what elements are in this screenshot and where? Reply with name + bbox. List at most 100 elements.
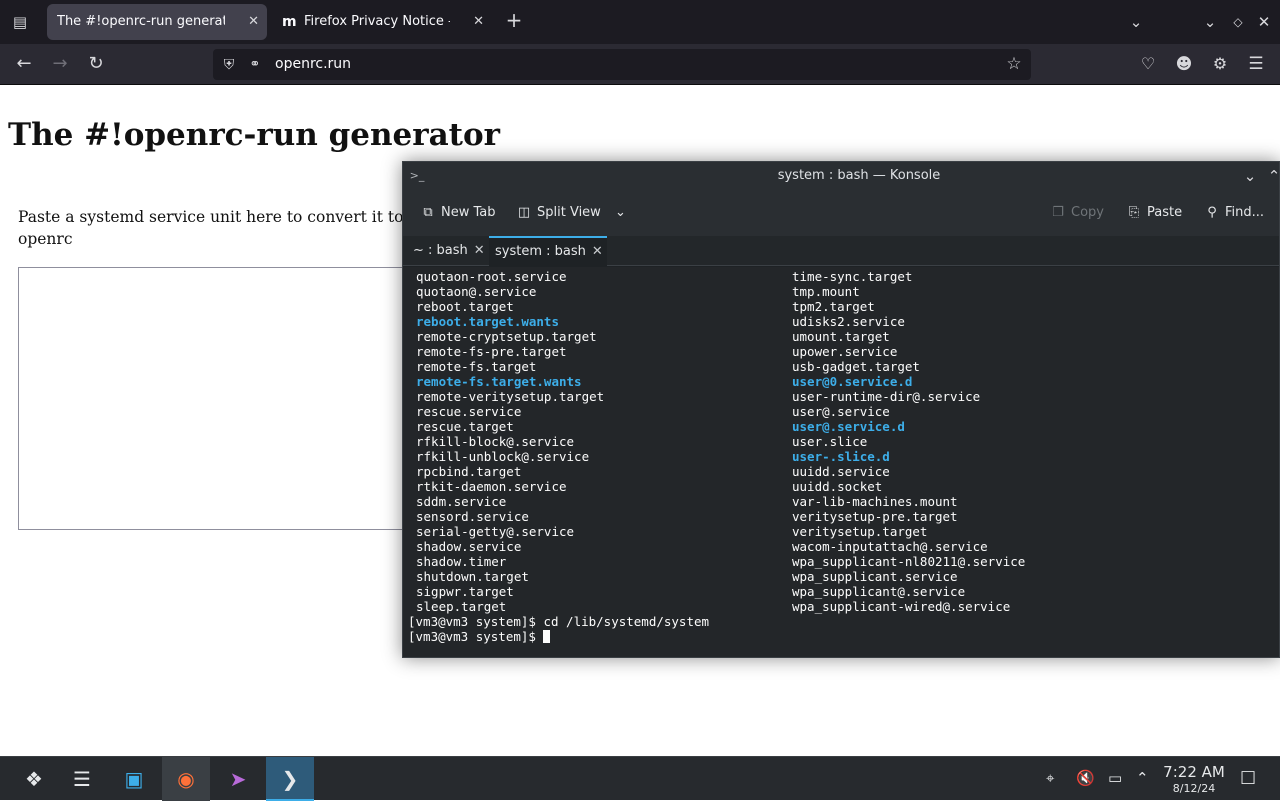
directory-entry: user-.slice.d: [792, 449, 890, 464]
file-entry: rtkit-daemon.service: [416, 479, 567, 494]
close-icon[interactable]: ✕: [474, 243, 485, 258]
instruction-text: Paste a systemd service unit here to con…: [18, 208, 404, 248]
url-bar[interactable]: ⛨ ⚭ openrc.run ☆: [213, 49, 1031, 80]
file-entry: quotaon-root.service: [416, 269, 567, 284]
directory-entry: reboot.target.wants: [416, 314, 559, 329]
shield-icon[interactable]: ⛨: [221, 55, 237, 75]
tab-close-icon[interactable]: ✕: [248, 4, 259, 40]
file-entry: usb-gadget.target: [792, 359, 920, 374]
window-minimize-icon[interactable]: ⌄: [1200, 12, 1220, 32]
reload-icon[interactable]: ↻: [86, 54, 106, 74]
file-entry: user.slice: [792, 434, 868, 449]
system-settings-icon[interactable]: ☰: [58, 757, 106, 801]
terminal-listing-row: remote-veritysetup.target user-runtime-di…: [403, 389, 1279, 404]
terminal-listing-row: shadow.timer wpa_supplicant-nl80211@.serv…: [403, 554, 1279, 569]
discover-store-icon[interactable]: ▣: [110, 757, 158, 801]
file-entry: upower.service: [792, 344, 898, 359]
file-entry: user-runtime-dir@.service: [792, 389, 981, 404]
file-entry: wpa_supplicant-nl80211@.service: [792, 554, 1026, 569]
file-entry: shadow.service: [416, 539, 522, 554]
file-entry: tmp.mount: [792, 284, 860, 299]
taskbar: ❖ ☰ ▣ ◉ ➤ ❯ ⌖ 🔇 ▭ ⌃ 7:22 AM 8/12/24 □: [0, 756, 1280, 801]
tab-close-icon[interactable]: ✕: [473, 4, 484, 40]
terminal-listing-row: sleep.target wpa_supplicant-wired@.servic…: [403, 599, 1279, 614]
file-entry: remote-fs-pre.target: [416, 344, 567, 359]
file-entry: rescue.target: [416, 419, 514, 434]
konsole-tab-home-bash[interactable]: ~ : bash ✕: [407, 236, 491, 266]
tab-title: The #!openrc-run generator: [57, 14, 225, 29]
display-icon[interactable]: ▭: [1108, 769, 1122, 787]
file-entry: serial-getty@.service: [416, 524, 575, 539]
terminal-listing-row: shadow.service wacom-inputattach@.service: [403, 539, 1279, 554]
file-entry: var-lib-machines.mount: [792, 494, 958, 509]
file-entry: sddm.service: [416, 494, 507, 509]
file-entry: wpa_supplicant.service: [792, 569, 958, 584]
prompt-command: [vm3@vm3 system]$ cd /lib/systemd/system: [408, 614, 710, 629]
volume-muted-icon[interactable]: 🔇: [1076, 769, 1095, 787]
close-icon[interactable]: ✕: [592, 244, 603, 259]
url-text[interactable]: openrc.run: [275, 49, 351, 80]
file-entry: wacom-inputattach@.service: [792, 539, 988, 554]
firefox-icon[interactable]: ◉: [162, 757, 210, 801]
directory-entry: user@.service.d: [792, 419, 905, 434]
pocket-icon[interactable]: ♡: [1138, 54, 1158, 74]
list-all-tabs-icon[interactable]: ⌄: [1126, 12, 1146, 32]
copy-button[interactable]: ❐ Copy: [1049, 203, 1104, 223]
konsole-window: >_ system : bash — Konsole ⌄ ⌃ ⧉ New Tab …: [402, 161, 1280, 658]
show-desktop-icon[interactable]: □: [1240, 767, 1256, 787]
terminal-listing-row: sddm.service var-lib-machines.mount: [403, 494, 1279, 509]
terminal-listing-row: remote-fs-pre.target upower.service: [403, 344, 1279, 359]
launcher-icon[interactable]: ❖: [10, 757, 58, 801]
konsole-icon[interactable]: ❯: [266, 757, 314, 801]
browser-tab-openrc[interactable]: The #!openrc-run generator ✕: [47, 4, 267, 40]
terminal-listing-row: rtkit-daemon.service uuidd.socket: [403, 479, 1279, 494]
browser-tab-privacy-notice[interactable]: m Firefox Privacy Notice — M ✕: [272, 4, 492, 40]
terminal-listing-row: rescue.service user@.service: [403, 404, 1279, 419]
terminal-listing-row: serial-getty@.service veritysetup.target: [403, 524, 1279, 539]
konsole-tab-system-bash[interactable]: system : bash ✕: [489, 236, 607, 266]
file-entry: sleep.target: [416, 599, 507, 614]
tab-title: Firefox Privacy Notice — M: [304, 14, 450, 29]
clock-date[interactable]: 8/12/24: [1160, 782, 1228, 795]
account-icon[interactable]: ☻: [1174, 54, 1194, 74]
clock-time[interactable]: 7:22 AM: [1160, 763, 1228, 781]
forward-icon[interactable]: →: [50, 54, 70, 74]
tray-expand-icon[interactable]: ⌃: [1136, 769, 1149, 787]
prompt-command: [vm3@vm3 system]$: [408, 629, 544, 644]
directory-entry: user@0.service.d: [792, 374, 913, 389]
window-close-icon[interactable]: ✕: [1254, 12, 1274, 32]
bookmark-star-icon[interactable]: ☆: [1005, 54, 1023, 74]
window-minimize-icon[interactable]: ⌄: [1241, 166, 1259, 186]
konsole-titlebar[interactable]: >_ system : bash — Konsole ⌄ ⌃: [403, 162, 1279, 190]
new-tab-button[interactable]: +: [504, 10, 524, 30]
tab-label: system : bash: [495, 244, 586, 259]
file-entry: sensord.service: [416, 509, 529, 524]
menu-icon[interactable]: ☰: [1246, 54, 1266, 74]
search-icon: ⚲: [1207, 205, 1217, 220]
terminal-listing-row: reboot.target.wants udisks2.service: [403, 314, 1279, 329]
terminal-listing-row: reboot.target tpm2.target: [403, 299, 1279, 314]
terminal-output[interactable]: quotaon-root.service time-sync.target quot…: [403, 267, 1279, 657]
new-tab-button[interactable]: ⧉ New Tab: [419, 203, 496, 223]
tab-overview-icon[interactable]: ▤: [10, 12, 30, 32]
browser-navigation-bar: ← → ↻ ⛨ ⚭ openrc.run ☆ ♡ ☻ ⚙ ☰: [0, 44, 1280, 85]
network-icon[interactable]: ⌖: [1046, 769, 1054, 787]
file-entry: veritysetup.target: [792, 524, 928, 539]
extensions-icon[interactable]: ⚙: [1210, 54, 1230, 74]
new-tab-label: New Tab: [441, 205, 496, 220]
kdeconnect-icon[interactable]: ➤: [214, 757, 262, 801]
terminal-listing-row: rfkill-unblock@.service user-.slice.d: [403, 449, 1279, 464]
lock-icon[interactable]: ⚭: [247, 55, 263, 75]
find-button[interactable]: ⚲ Find...: [1203, 203, 1264, 223]
window-maximize-icon[interactable]: ⌃: [1265, 166, 1279, 186]
window-restore-icon[interactable]: ◇: [1228, 12, 1248, 32]
file-entry: sigpwr.target: [416, 584, 514, 599]
directory-entry: remote-fs.target.wants: [416, 374, 582, 389]
back-icon[interactable]: ←: [14, 54, 34, 74]
systemd-unit-textarea[interactable]: [18, 267, 418, 530]
paste-button[interactable]: ⎘ Paste: [1125, 203, 1182, 223]
file-entry: umount.target: [792, 329, 890, 344]
chevron-down-icon[interactable]: ⌄: [615, 205, 626, 220]
page-title: The #!openrc-run generator: [8, 117, 501, 153]
split-view-button[interactable]: ◫ Split View ⌄: [515, 203, 626, 223]
